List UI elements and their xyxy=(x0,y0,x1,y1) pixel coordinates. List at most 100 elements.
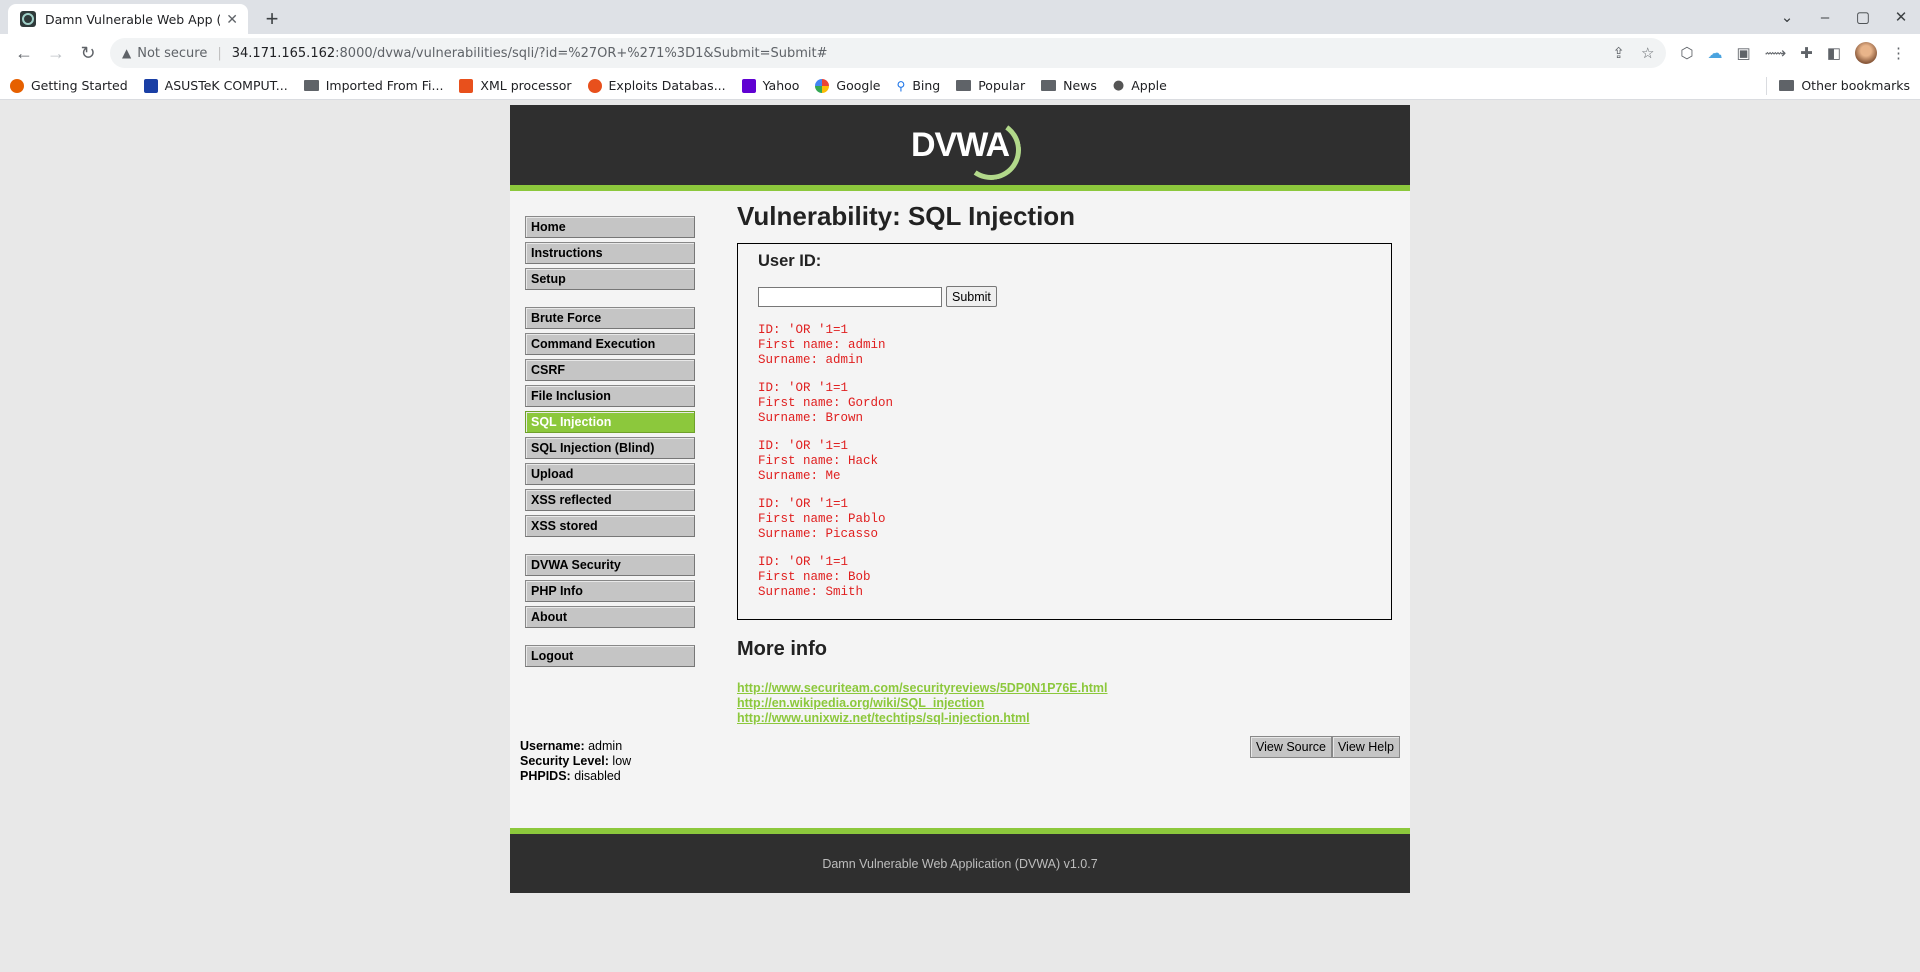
dvwa-favicon-icon xyxy=(20,11,36,27)
bookmark-folder-news[interactable]: News xyxy=(1041,78,1097,93)
omnibox-actions: ⇪ ☆ xyxy=(1612,44,1654,62)
bookmark-bing[interactable]: ⚲ Bing xyxy=(897,78,941,93)
not-secure-label[interactable]: Not secure xyxy=(137,46,207,61)
puzzle-extensions-icon[interactable]: ✚ xyxy=(1800,44,1813,62)
menu-item-csrf[interactable]: CSRF xyxy=(525,359,695,381)
forward-arrow-icon[interactable]: → xyxy=(40,37,72,69)
bookmark-folder-popular[interactable]: Popular xyxy=(956,78,1025,93)
menu-item-xss-reflected[interactable]: XSS reflected xyxy=(525,489,695,511)
result-first-name: First name: Hack xyxy=(758,454,879,468)
cloud-extension-icon[interactable]: ☁ xyxy=(1708,44,1723,62)
bookmark-getting-started[interactable]: Getting Started xyxy=(10,78,128,93)
bookmark-apple[interactable]: ● Apple xyxy=(1113,78,1167,93)
more-info-link-unixwiz[interactable]: http://www.unixwiz.net/techtips/sql-inje… xyxy=(737,711,1392,726)
firefox-icon xyxy=(10,78,24,93)
new-tab-button[interactable]: + xyxy=(258,5,286,33)
bookmark-imported[interactable]: Imported From Fi... xyxy=(303,78,444,93)
menu-item-setup[interactable]: Setup xyxy=(525,268,695,290)
result-id: ID: 'OR '1=1 xyxy=(758,381,849,395)
minimize-icon[interactable]: – xyxy=(1806,9,1844,26)
menu-item-brute-force[interactable]: Brute Force xyxy=(525,307,695,329)
view-source-button[interactable]: View Source xyxy=(1249,736,1332,758)
menu-group: Home Instructions Setup xyxy=(525,216,695,290)
share-icon[interactable]: ⇪ xyxy=(1612,44,1625,62)
folder-icon xyxy=(1041,80,1057,91)
result-id: ID: 'OR '1=1 xyxy=(758,323,849,337)
browser-tabstrip: Damn Vulnerable Web App (DV ✕ + ⌄ – ▢ ✕ xyxy=(0,0,1920,34)
dvwa-container: DVWA Home Instructions Setup Brute Force… xyxy=(510,105,1410,893)
more-info-link-wikipedia[interactable]: http://en.wikipedia.org/wiki/SQL_injecti… xyxy=(737,696,1392,711)
footer-text: Damn Vulnerable Web Application (DVWA) v… xyxy=(822,856,1098,871)
result-record: ID: 'OR '1=1 First name: Gordon Surname: B… xyxy=(758,381,1371,426)
status-username: Username: admin xyxy=(520,739,631,754)
more-info-heading: More info xyxy=(737,638,827,660)
warning-icon[interactable]: ▲ xyxy=(122,46,131,60)
bookmark-google[interactable]: Google xyxy=(815,78,881,93)
menu-item-instructions[interactable]: Instructions xyxy=(525,242,695,264)
session-status: Username: admin Security Level: low PHPI… xyxy=(520,739,631,784)
folder-icon xyxy=(956,80,972,91)
menu-group: DVWA Security PHP Info About xyxy=(525,554,695,628)
profile-avatar[interactable] xyxy=(1855,42,1877,64)
back-arrow-icon[interactable]: ← xyxy=(8,37,40,69)
extension-icon[interactable]: ⟿ xyxy=(1765,44,1787,62)
yahoo-icon xyxy=(741,78,756,93)
bookmark-label: ASUSTeK COMPUT... xyxy=(164,78,288,93)
result-record: ID: 'OR '1=1 First name: admin Surname: ad… xyxy=(758,323,1371,368)
dvwa-header: DVWA xyxy=(510,105,1410,191)
result-record: ID: 'OR '1=1 First name: Pablo Surname: Pi… xyxy=(758,497,1371,542)
bookmark-exploit-db[interactable]: Exploits Databas... xyxy=(587,78,726,93)
tab-search-icon[interactable]: ⌄ xyxy=(1768,8,1806,26)
tab-title: Damn Vulnerable Web App (DV xyxy=(45,11,221,27)
result-record: ID: 'OR '1=1 First name: Bob Surname: Smit… xyxy=(758,555,1371,600)
menu-item-home[interactable]: Home xyxy=(525,216,695,238)
menu-item-sql-injection-blind[interactable]: SQL Injection (Blind) xyxy=(525,437,695,459)
vulnerable-code-area: User ID: Submit ID: 'OR '1=1 First name: … xyxy=(737,243,1392,620)
menu-item-file-inclusion[interactable]: File Inclusion xyxy=(525,385,695,407)
bookmark-label: Exploits Databas... xyxy=(608,78,726,93)
z-icon xyxy=(459,78,474,93)
close-window-icon[interactable]: ✕ xyxy=(1882,8,1920,26)
status-username-label: Username: xyxy=(520,739,585,753)
result-surname: Surname: Picasso xyxy=(758,527,879,541)
view-help-button[interactable]: View Help xyxy=(1331,736,1400,758)
status-security-level: Security Level: low xyxy=(520,754,631,769)
extension-icon[interactable]: ▣ xyxy=(1737,44,1751,62)
result-first-name: First name: admin xyxy=(758,338,886,352)
submit-button[interactable]: Submit xyxy=(946,286,997,307)
side-panel-icon[interactable]: ◧ xyxy=(1827,44,1841,62)
bookmark-label: Bing xyxy=(912,78,941,93)
result-id: ID: 'OR '1=1 xyxy=(758,497,849,511)
bookmark-label: Google xyxy=(836,78,881,93)
menu-item-php-info[interactable]: PHP Info xyxy=(525,580,695,602)
result-record: ID: 'OR '1=1 First name: Hack Surname: Me xyxy=(758,439,1371,484)
menu-item-command-execution[interactable]: Command Execution xyxy=(525,333,695,355)
menu-item-xss-stored[interactable]: XSS stored xyxy=(525,515,695,537)
reload-icon[interactable]: ↻ xyxy=(72,37,104,69)
menu-item-upload[interactable]: Upload xyxy=(525,463,695,485)
menu-kebab-icon[interactable]: ⋮ xyxy=(1891,44,1906,62)
menu-item-dvwa-security[interactable]: DVWA Security xyxy=(525,554,695,576)
other-bookmarks[interactable]: Other bookmarks xyxy=(1779,78,1910,93)
bookmark-asus[interactable]: ASUSTeK COMPUT... xyxy=(143,78,288,93)
extension-icon[interactable]: ⬡ xyxy=(1680,44,1693,62)
tab-close-icon[interactable]: ✕ xyxy=(226,11,238,28)
status-phpids-label: PHPIDS: xyxy=(520,769,571,783)
user-id-input[interactable] xyxy=(758,286,942,307)
url-path: :8000/dvwa/vulnerabilities/sqli/?id=%27O… xyxy=(335,45,828,61)
browser-tab-active[interactable]: Damn Vulnerable Web App (DV ✕ xyxy=(8,4,248,34)
bookmark-star-icon[interactable]: ☆ xyxy=(1641,44,1654,62)
address-bar[interactable]: ▲ Not secure | 34.171.165.162 :8000/dvwa… xyxy=(110,38,1667,68)
menu-item-about[interactable]: About xyxy=(525,606,695,628)
bookmark-yahoo[interactable]: Yahoo xyxy=(741,78,799,93)
menu-item-sql-injection[interactable]: SQL Injection xyxy=(525,411,695,433)
more-info-link-securiteam[interactable]: http://www.securiteam.com/securityreview… xyxy=(737,681,1392,696)
bookmark-label: Popular xyxy=(978,78,1026,93)
bookmark-label: Imported From Fi... xyxy=(325,78,444,93)
maximize-icon[interactable]: ▢ xyxy=(1844,8,1882,26)
folder-icon xyxy=(303,80,319,91)
bookmark-xml-processor[interactable]: XML processor xyxy=(459,78,572,93)
menu-item-logout[interactable]: Logout xyxy=(525,645,695,667)
apple-icon: ● xyxy=(1112,78,1125,93)
status-username-value: admin xyxy=(588,739,623,753)
